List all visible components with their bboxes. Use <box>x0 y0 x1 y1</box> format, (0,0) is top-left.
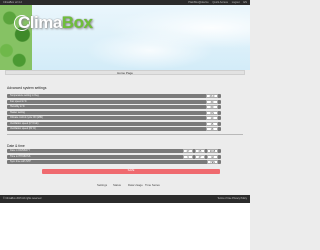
time-second-field[interactable]: 42 <box>207 154 218 159</box>
page-title: Home Page <box>5 70 245 75</box>
page-background-bottom <box>0 203 250 250</box>
section-divider <box>7 134 243 135</box>
setting-row-fan-speed: Fan speed in % <box>7 99 221 104</box>
tab-settings[interactable]: Settings <box>97 183 107 187</box>
header-banner: ClimaBox <box>0 5 250 70</box>
ntp-sync-toggle[interactable]: YES <box>207 160 218 165</box>
date-year-field[interactable]: 2015 <box>207 149 218 154</box>
setting-row-humidity: Humidity in % <box>7 105 221 110</box>
quick-access-link[interactable]: Quick Access <box>212 1 228 4</box>
setting-value-heater[interactable]: ON <box>206 110 218 115</box>
datetime-title: Date & time <box>7 144 25 148</box>
tab-status[interactable]: Status <box>113 183 121 187</box>
setting-value-vent-cycle[interactable]: 15 <box>206 121 218 126</box>
account-link[interactable]: PlainBox@device <box>188 1 208 4</box>
main-content: Home Page Advanced system settings Tempe… <box>5 70 245 174</box>
copyright-text: © ClimaBox 2015 All rights reserved <box>3 197 42 200</box>
date-month-field[interactable]: 05 <box>195 149 205 154</box>
tab-data-usage[interactable]: Data Usage <box>128 183 143 187</box>
brand-logo[interactable]: ClimaBox <box>18 13 93 33</box>
time-minute-field[interactable]: 47 <box>195 154 205 159</box>
time-hour-field[interactable]: 9 <box>183 154 193 159</box>
logo-text-part1: Clima <box>18 13 62 32</box>
setting-value-cycle-on[interactable]: 10 <box>206 116 218 121</box>
setting-row-cycle-on: Climate control cycle ON (MIN) <box>7 116 221 121</box>
setting-row-vent-cycle: Ventilation speed (CYCLE) <box>7 121 221 126</box>
date-day-field[interactable]: 27 <box>183 149 193 154</box>
tab-time-series[interactable]: Time Series <box>145 183 160 187</box>
setting-value-temperature[interactable]: 23.0 <box>206 94 218 99</box>
footer-links[interactable]: Terms of Use Privacy Policy <box>217 195 247 203</box>
language-selector[interactable]: EN <box>243 1 247 4</box>
setting-row-heater: Heater setting <box>7 110 221 115</box>
setting-value-fan-speed[interactable]: 30 <box>206 99 218 104</box>
setting-value-humidity[interactable]: 60 <box>206 105 218 110</box>
logo-text-part2: Box <box>61 13 93 32</box>
footer: © ClimaBox 2015 All rights reserved Term… <box>0 195 250 203</box>
save-button[interactable]: SAVE <box>42 169 220 174</box>
datetime-row-ntp: Sync time with NTP <box>7 160 221 165</box>
advanced-settings-title: Advanced system settings <box>7 86 47 90</box>
setting-row-vent-percent: Ventilation speed (IN %) <box>7 127 221 132</box>
bottom-toolbar: Settings Status Data Usage Time Series <box>0 182 250 190</box>
setting-value-vent-percent[interactable]: 18 <box>206 127 218 132</box>
setting-row-temperature: Temperature setting in Deg <box>7 94 221 99</box>
logout-link[interactable]: Logout <box>232 1 240 4</box>
